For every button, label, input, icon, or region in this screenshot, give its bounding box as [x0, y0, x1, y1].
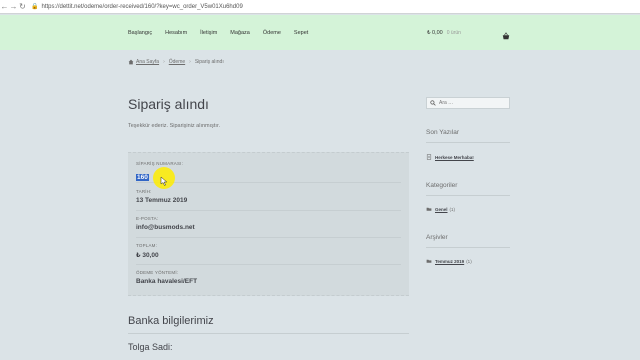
archives-title: Arşivler	[426, 234, 448, 241]
mouse-cursor-icon	[160, 176, 168, 186]
order-total-value: ₺ 30,00	[136, 252, 159, 259]
order-email-label: E-POSTA:	[136, 216, 159, 221]
archive-item: Temmuz 2019 (1)	[426, 258, 472, 264]
category-link[interactable]: Genel	[435, 207, 448, 212]
breadcrumb-home-link[interactable]: Ana Sayfa	[136, 59, 159, 65]
lock-icon: 🔒	[31, 4, 39, 10]
header-cart[interactable]: ₺ 0,00 0 ürün	[427, 15, 461, 50]
bank-account-holder: Tolga Sadi:	[128, 342, 173, 352]
page-title: Sipariş alındı	[128, 96, 209, 112]
order-date-value: 13 Temmuz 2019	[136, 197, 188, 204]
sidebar-search[interactable]	[426, 97, 510, 109]
breadcrumb: Ana Sayfa › Ödeme › Sipariş alındı	[128, 58, 224, 66]
order-thanks-message: Teşekkür ederiz. Siparişiniz alınmıştır.	[128, 123, 221, 129]
breadcrumb-current: Sipariş alındı	[194, 59, 224, 65]
divider	[136, 182, 401, 183]
nav-item-contact[interactable]: İletişim	[200, 30, 217, 36]
divider	[136, 237, 401, 238]
recent-post-link[interactable]: Herkese Merhaba!	[435, 155, 474, 160]
browser-address-bar: ← → ↻ 🔒 https://dettit.net/odeme/order-r…	[0, 0, 640, 14]
back-arrow-icon[interactable]: ←	[0, 0, 9, 14]
home-icon	[128, 59, 134, 65]
payment-method-value: Banka havalesi/EFT	[136, 278, 198, 285]
archive-link[interactable]: Temmuz 2019	[435, 259, 464, 264]
archive-count: (1)	[466, 258, 472, 264]
document-icon	[426, 154, 432, 160]
order-number-value[interactable]: 160	[136, 174, 149, 181]
divider	[136, 264, 401, 265]
divider	[128, 333, 409, 334]
bank-details-title: Banka bilgilerimiz	[128, 315, 214, 327]
nav-item-account[interactable]: Hesabım	[165, 30, 187, 36]
folder-icon	[426, 259, 432, 263]
breadcrumb-separator: ›	[163, 59, 165, 65]
cart-count[interactable]: 0 ürün	[447, 30, 461, 36]
order-number-label: SİPARİŞ NUMARASI:	[136, 161, 184, 166]
search-icon	[430, 100, 436, 106]
reload-icon[interactable]: ↻	[18, 0, 27, 14]
category-item: Genel (1)	[426, 206, 455, 212]
divider	[426, 247, 510, 248]
order-total-item: TOPLAM: ₺ 30,00	[136, 243, 159, 259]
category-count: (1)	[449, 206, 456, 212]
categories-title: Kategoriler	[426, 182, 458, 189]
divider	[426, 195, 510, 196]
recent-posts-title: Son Yazılar	[426, 129, 460, 136]
folder-icon	[426, 207, 432, 211]
forward-arrow-icon[interactable]: →	[9, 0, 18, 14]
breadcrumb-separator: ›	[189, 59, 191, 65]
url-text[interactable]: https://dettit.net/odeme/order-received/…	[41, 4, 242, 10]
order-date-label: TARİH:	[136, 189, 152, 194]
divider	[136, 210, 401, 211]
cart-amount[interactable]: ₺ 0,00	[427, 30, 443, 36]
recent-post-item: Herkese Merhaba!	[426, 154, 474, 160]
site-header: Başlangıç Hesabım İletişim Mağaza Ödeme …	[0, 15, 640, 50]
payment-method-label: ÖDEME YÖNTEMİ:	[136, 270, 179, 275]
primary-navigation: Başlangıç Hesabım İletişim Mağaza Ödeme …	[128, 15, 308, 50]
breadcrumb-checkout-link[interactable]: Ödeme	[169, 59, 185, 65]
order-total-label: TOPLAM:	[136, 243, 158, 248]
divider	[426, 142, 510, 143]
nav-item-checkout[interactable]: Ödeme	[263, 30, 281, 36]
search-input[interactable]	[439, 100, 509, 106]
nav-item-home[interactable]: Başlangıç	[128, 30, 152, 36]
nav-item-shop[interactable]: Mağaza	[230, 30, 250, 36]
payment-method-item: ÖDEME YÖNTEMİ: Banka havalesi/EFT	[136, 270, 197, 285]
basket-icon[interactable]	[502, 32, 510, 40]
order-email-item: E-POSTA: info@busmods.net	[136, 216, 195, 231]
order-email-value: info@busmods.net	[136, 224, 195, 231]
order-date-item: TARİH: 13 Temmuz 2019	[136, 189, 187, 204]
nav-item-cart[interactable]: Sepet	[294, 30, 308, 36]
